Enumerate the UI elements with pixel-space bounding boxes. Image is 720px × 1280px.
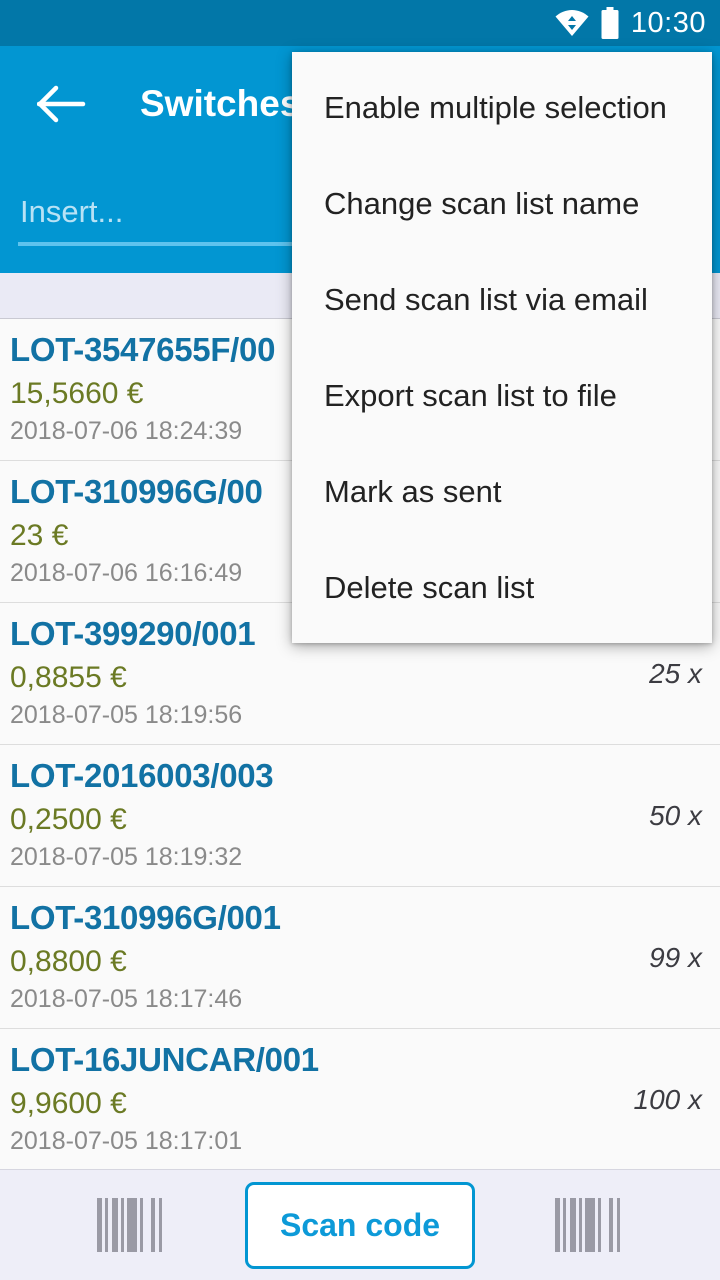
menu-item-label: Send scan list via email	[324, 282, 648, 317]
menu-item-change-scan-list-name[interactable]: Change scan list name	[292, 156, 712, 252]
menu-item-label: Change scan list name	[324, 186, 640, 221]
menu-item-label: Enable multiple selection	[324, 90, 667, 125]
menu-item-mark-as-sent[interactable]: Mark as sent	[292, 444, 712, 540]
menu-item-label: Delete scan list	[324, 570, 535, 605]
menu-item-enable-multiple-selection[interactable]: Enable multiple selection	[292, 60, 712, 156]
menu-item-label: Mark as sent	[324, 474, 502, 509]
overflow-menu[interactable]: Enable multiple selection Change scan li…	[292, 52, 712, 643]
menu-item-label: Export scan list to file	[324, 378, 617, 413]
menu-item-send-scan-list-via-email[interactable]: Send scan list via email	[292, 252, 712, 348]
menu-item-export-scan-list-to-file[interactable]: Export scan list to file	[292, 348, 712, 444]
menu-item-delete-scan-list[interactable]: Delete scan list	[292, 540, 712, 636]
